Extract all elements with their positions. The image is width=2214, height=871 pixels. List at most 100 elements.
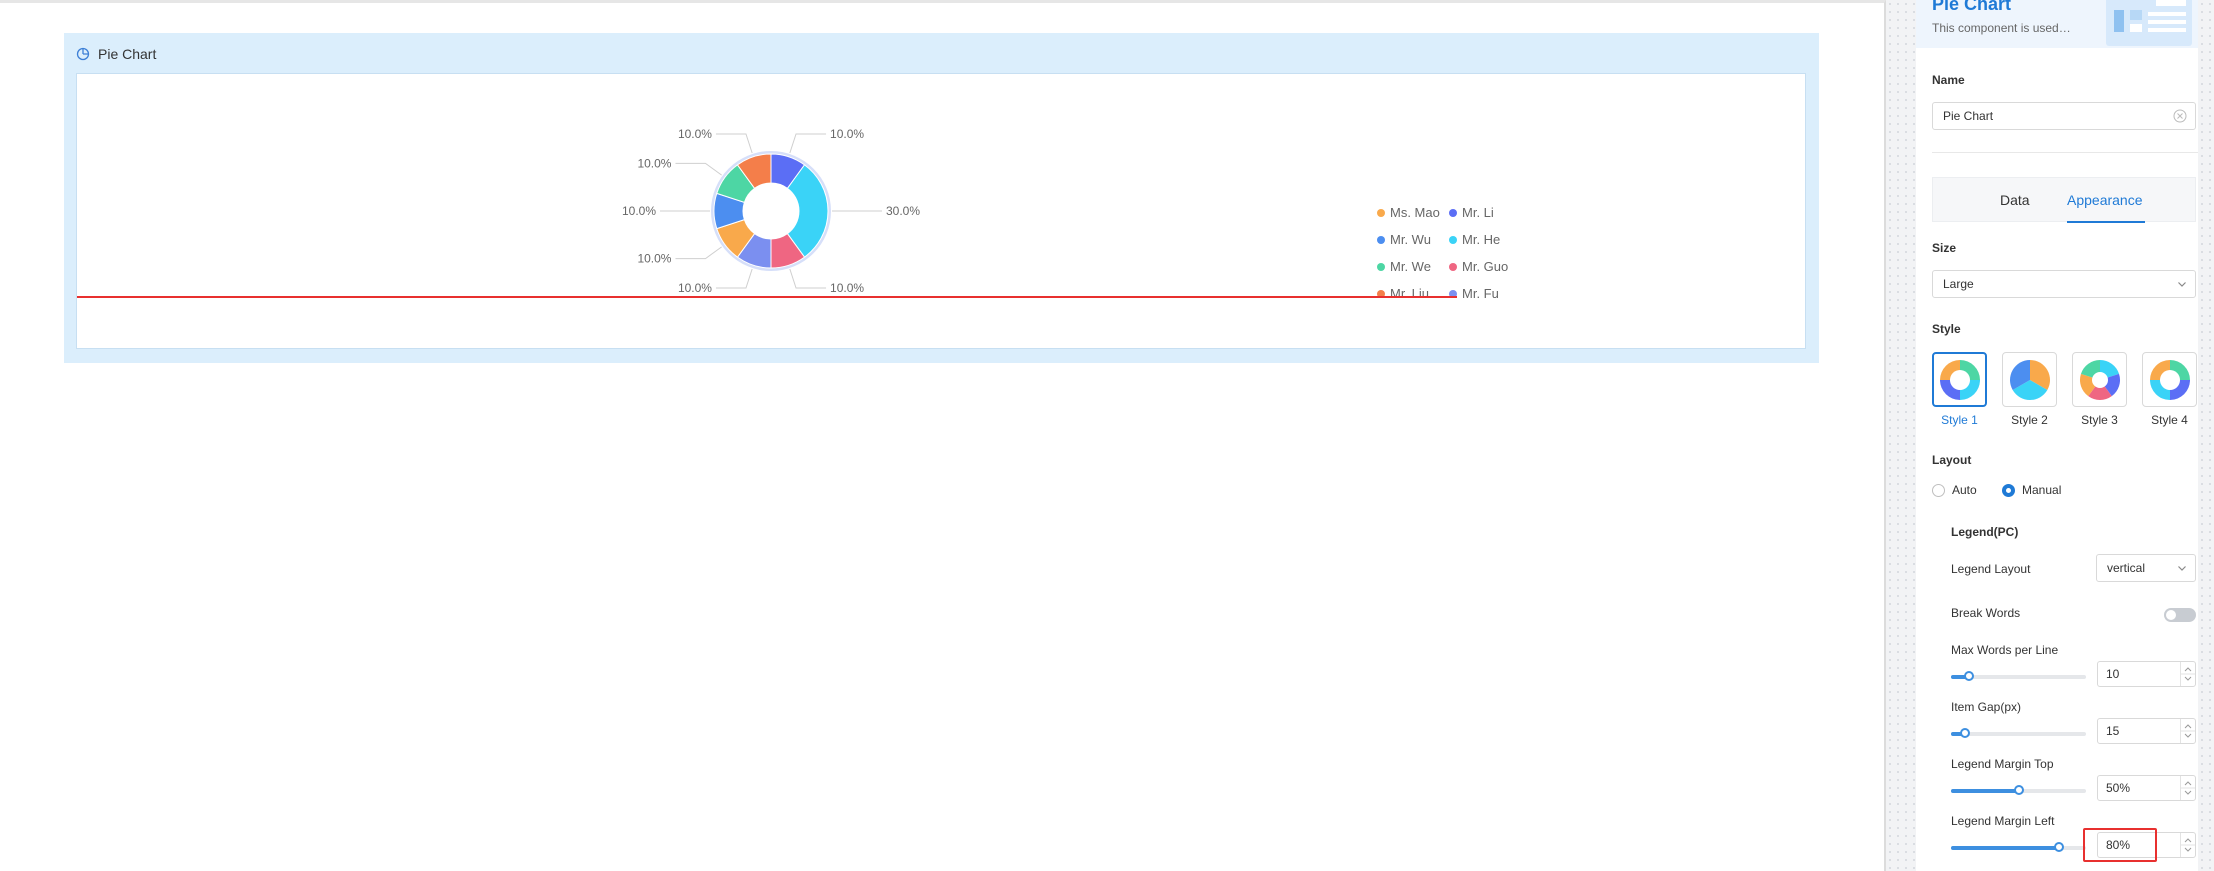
tab-appearance[interactable]: Appearance <box>2067 192 2143 208</box>
chart-container: 10.0% 30.0% 10.0% 10.0% 10.0% 10.0% 10.0% 10.0%… <box>76 73 1806 349</box>
legend-label: Mr. Guo <box>1462 259 1509 274</box>
legend-label: Mr. Liu <box>1390 286 1430 301</box>
style-option-label: Style 4 <box>2151 413 2188 427</box>
break-words-toggle[interactable] <box>2164 608 2196 622</box>
slider-fill <box>1951 789 2019 793</box>
stepper-icon <box>2181 838 2195 852</box>
widget-title: Pie Chart <box>98 46 157 62</box>
slider-fill <box>1951 846 2059 850</box>
legend-label: Mr. We <box>1390 259 1431 274</box>
legend-item[interactable]: Mr. Liu <box>1377 286 1429 301</box>
legend-marker <box>1449 235 1457 244</box>
max-words-value: 10 <box>2106 667 2120 681</box>
item-gap-value: 15 <box>2106 724 2120 738</box>
style-option-3[interactable] <box>2072 352 2127 407</box>
slider-thumb[interactable] <box>2013 785 2024 795</box>
item-gap-label: Item Gap(px) <box>1951 700 2022 714</box>
legend-item[interactable]: Mr. We <box>1377 259 1431 274</box>
panel-description: This component is used to draw a pie cha… <box>1932 21 2072 35</box>
layout-manual-radio[interactable] <box>2002 484 2015 497</box>
legend-margin-left-slider[interactable] <box>1951 842 2086 852</box>
tab-data[interactable]: Data <box>2000 192 2030 208</box>
pie-chart-icon <box>76 47 90 61</box>
canvas-panel-divider <box>1886 0 1916 871</box>
style-option-1[interactable] <box>1932 352 1987 407</box>
panel-right-strip <box>2198 0 2214 871</box>
label-leader-line <box>789 268 827 289</box>
legend-margin-top-slider[interactable] <box>1951 785 2086 795</box>
style-option-4[interactable] <box>2142 352 2197 407</box>
legend-margin-top-input[interactable]: 50% <box>2097 775 2196 801</box>
data-label: 30.0% <box>886 204 920 218</box>
legend-margin-left-label: Legend Margin Left <box>1951 814 2055 828</box>
legend-section-title: Legend(PC) <box>1951 525 2019 539</box>
style-label: Style <box>1932 322 1961 336</box>
name-input-value: Pie Chart <box>1943 109 1994 123</box>
slider-thumb[interactable] <box>2054 842 2064 852</box>
size-label: Size <box>1932 241 1957 255</box>
style-option-2[interactable] <box>2002 352 2057 407</box>
stepper-icon <box>2181 781 2195 795</box>
legend-item[interactable]: Ms. Mao <box>1377 205 1440 220</box>
legend-marker <box>1377 208 1385 217</box>
legend-item[interactable]: Mr. Wu <box>1377 232 1431 247</box>
legend-item[interactable]: Mr. Fu <box>1449 286 1499 301</box>
legend-label: Mr. Fu <box>1462 286 1499 301</box>
component-illustration-icon <box>2106 0 2192 46</box>
legend-label: Mr. Li <box>1462 205 1494 220</box>
legend-layout-select[interactable]: vertical <box>2096 554 2196 582</box>
donut-style-icon <box>1939 359 1980 400</box>
legend-label: Ms. Mao <box>1390 205 1440 220</box>
legend-item[interactable]: Mr. Li <box>1449 205 1494 220</box>
legend-layout-value: vertical <box>2107 561 2146 575</box>
stepper-arrows[interactable] <box>2180 719 2195 743</box>
legend-marker <box>1377 235 1385 244</box>
layout-auto-radio[interactable] <box>1932 484 1945 497</box>
legend-marker <box>1449 208 1457 217</box>
red-guide-line <box>77 296 1457 298</box>
layout-label: Layout <box>1932 453 1972 467</box>
legend-item[interactable]: Mr. Guo <box>1449 259 1508 274</box>
widget-header: Pie Chart <box>76 43 156 65</box>
legend-layout-label: Legend Layout <box>1951 562 2031 576</box>
layout-auto-label: Auto <box>1952 483 1977 497</box>
size-select[interactable]: Large <box>1932 270 2196 298</box>
clear-icon[interactable] <box>2173 109 2187 123</box>
legend-margin-top-label: Legend Margin Top <box>1951 757 2054 771</box>
legend-label: Mr. He <box>1462 232 1501 247</box>
legend-marker <box>1377 262 1385 271</box>
legend-marker <box>1449 262 1457 271</box>
panel-header: Pie Chart This component is used to draw… <box>1916 0 2198 48</box>
item-gap-input[interactable]: 15 <box>2097 718 2196 744</box>
name-input[interactable]: Pie Chart <box>1932 102 2196 130</box>
label-leader-line <box>675 246 722 260</box>
size-select-value: Large <box>1943 277 1974 291</box>
slider-thumb[interactable] <box>1963 671 1974 681</box>
data-label: 10.0% <box>637 156 671 170</box>
label-leader-line <box>715 133 753 154</box>
label-leader-line <box>789 133 827 154</box>
layout-manual-label: Manual <box>2022 483 2062 497</box>
chevron-down-icon <box>2178 566 2186 571</box>
style-option-label: Style 2 <box>2011 413 2048 427</box>
panel-title: Pie Chart <box>1932 0 2012 14</box>
item-gap-slider[interactable] <box>1951 728 2086 738</box>
stepper-arrows[interactable] <box>2180 776 2195 800</box>
max-words-label: Max Words per Line <box>1951 643 2059 657</box>
max-words-input[interactable]: 10 <box>2097 661 2196 687</box>
toggle-knob <box>2166 610 2176 620</box>
data-label: 10.0% <box>622 204 656 218</box>
active-tab-indicator <box>2067 221 2145 223</box>
max-words-slider[interactable] <box>1951 671 2086 681</box>
chevron-down-icon <box>2178 282 2186 287</box>
legend-item[interactable]: Mr. He <box>1449 232 1500 247</box>
donut-hole <box>743 183 799 239</box>
style-option-label: Style 1 <box>1941 413 1978 427</box>
stepper-arrows[interactable] <box>2180 833 2195 857</box>
panel-tabs: Data Appearance <box>1932 177 2196 223</box>
stepper-arrows[interactable] <box>2180 662 2195 686</box>
slider-thumb[interactable] <box>1959 728 1970 738</box>
data-label: 10.0% <box>830 281 864 295</box>
pie-chart-widget[interactable]: Pie Chart 10.0% 30.0% 10.0% 10.0% 10.0% 10.0%… <box>64 33 1819 363</box>
break-words-label: Break Words <box>1951 606 2021 620</box>
